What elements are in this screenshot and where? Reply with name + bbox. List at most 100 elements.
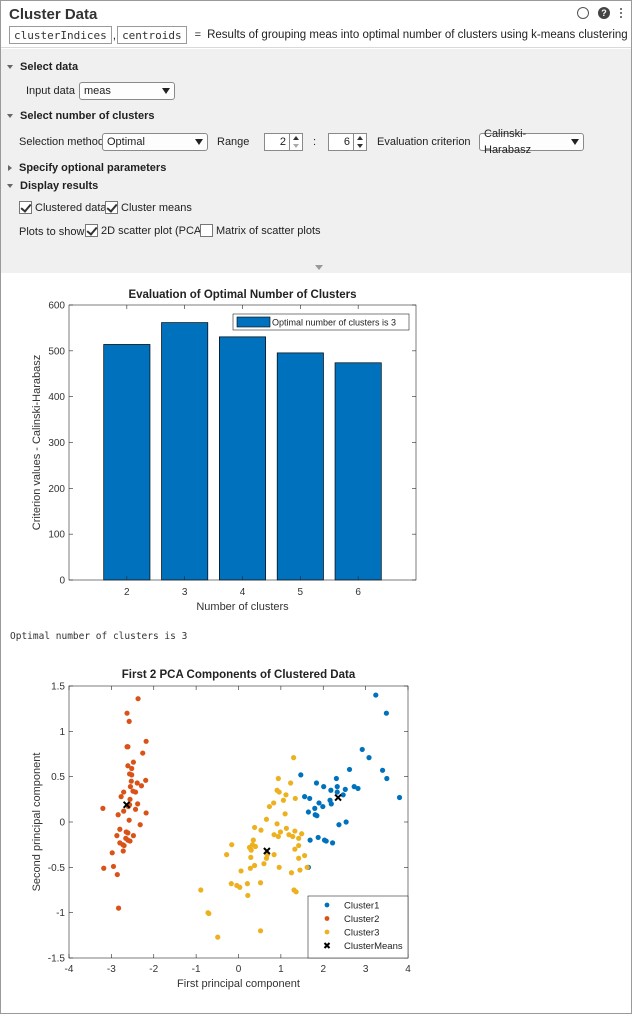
section-optional-parameters[interactable]: Specify optional parameters bbox=[7, 162, 166, 174]
cluster2-point bbox=[126, 817, 132, 823]
cluster1-point bbox=[307, 837, 313, 843]
cluster3-point bbox=[263, 816, 270, 822]
cluster1-point bbox=[323, 838, 329, 844]
cluster2-point bbox=[114, 833, 120, 839]
spinner-value[interactable]: 6 bbox=[329, 134, 353, 150]
x-axis-label: First principal component bbox=[177, 978, 300, 990]
cluster2-point bbox=[130, 759, 137, 765]
range-min-spinner[interactable]: 2 bbox=[264, 133, 303, 151]
cluster2-point bbox=[129, 765, 135, 772]
y-axis-label: Criterion values - Calinski-Harabasz bbox=[31, 355, 43, 530]
x-tick-label: 4 bbox=[240, 587, 246, 598]
cluster3-point bbox=[263, 855, 270, 861]
legend-marker bbox=[324, 929, 330, 935]
cluster1-point bbox=[343, 819, 349, 825]
cluster1-point bbox=[316, 800, 322, 806]
y-tick-label: 300 bbox=[48, 438, 65, 449]
cluster2-point bbox=[127, 796, 133, 802]
evaluation-criterion-dropdown[interactable]: Calinski-Harabasz bbox=[479, 128, 584, 156]
cluster2-point bbox=[130, 833, 137, 839]
section-display-results[interactable]: Display results bbox=[7, 180, 98, 192]
cluster3-point bbox=[228, 881, 234, 887]
range-max-spinner[interactable]: 6 bbox=[328, 133, 367, 151]
x-tick-label: 2 bbox=[320, 964, 326, 975]
cluster3-point bbox=[299, 831, 305, 837]
y-tick-label: 1.5 bbox=[51, 682, 65, 693]
scatter-pca-checkbox[interactable]: 2D scatter plot (PCA) bbox=[85, 224, 205, 237]
legend-label: ClusterMeans bbox=[344, 941, 403, 952]
plots-to-show-label: Plots to show bbox=[19, 226, 85, 238]
input-data-dropdown[interactable]: meas bbox=[79, 82, 175, 100]
y-tick-label: 500 bbox=[48, 346, 65, 357]
cluster3-point bbox=[302, 852, 308, 859]
section-label: Select data bbox=[20, 61, 79, 73]
cluster2-point bbox=[129, 772, 135, 778]
section-label: Specify optional parameters bbox=[19, 162, 167, 174]
cluster3-point bbox=[282, 811, 288, 817]
cluster3-point bbox=[296, 855, 302, 861]
checkbox-checked[interactable] bbox=[105, 201, 118, 214]
scatter-chart: First 2 PCA Components of Clustered Data… bbox=[31, 669, 411, 990]
selection-method-dropdown[interactable]: Optimal bbox=[102, 133, 208, 151]
spinner-up-button[interactable] bbox=[290, 134, 302, 142]
section-select-clusters[interactable]: Select number of clusters bbox=[7, 110, 155, 122]
task-header: Cluster Data ? clusterIndices , centroid… bbox=[1, 1, 631, 48]
checkbox-checked[interactable] bbox=[19, 201, 32, 214]
cluster2-point bbox=[121, 789, 127, 795]
input-data-label: Input data bbox=[26, 85, 75, 97]
legend-marker bbox=[324, 902, 330, 908]
checkbox-checked[interactable] bbox=[85, 224, 98, 237]
y-tick-label: 1 bbox=[59, 727, 65, 738]
spinner-value[interactable]: 2 bbox=[265, 134, 289, 150]
cluster3-point bbox=[283, 825, 289, 831]
cluster3-point bbox=[292, 828, 298, 834]
cluster3-point bbox=[248, 854, 254, 860]
bar-6 bbox=[334, 362, 382, 581]
evaluation-criterion-label: Evaluation criterion bbox=[377, 136, 471, 148]
autorun-circle-icon[interactable] bbox=[577, 7, 589, 19]
y-tick-label: 0 bbox=[59, 576, 65, 587]
y-axis-label: Second principal component bbox=[31, 753, 43, 892]
help-icon[interactable]: ? bbox=[598, 7, 610, 19]
cluster3-point bbox=[290, 833, 296, 840]
cluster2-point bbox=[117, 826, 123, 832]
x-tick-label: 2 bbox=[124, 587, 130, 598]
cluster1-point bbox=[336, 822, 342, 828]
spinner-up-button[interactable] bbox=[354, 134, 366, 142]
checkbox-label: Clustered data bbox=[35, 201, 107, 214]
cluster2-point bbox=[121, 842, 127, 849]
expand-arrow-icon bbox=[7, 65, 13, 69]
legend-label: Cluster2 bbox=[344, 914, 379, 925]
section-select-data[interactable]: Select data bbox=[7, 61, 78, 73]
cluster3-point bbox=[275, 775, 281, 782]
cluster3-point bbox=[257, 928, 264, 934]
cluster2-point bbox=[137, 822, 143, 828]
cluster-means-checkbox[interactable]: Cluster means bbox=[105, 201, 192, 214]
matrix-scatter-checkbox[interactable]: Matrix of scatter plots bbox=[200, 224, 321, 237]
more-options-icon[interactable] bbox=[619, 8, 623, 18]
cluster3-point bbox=[247, 865, 253, 871]
section-label: Display results bbox=[20, 180, 99, 192]
cluster3-point bbox=[257, 880, 264, 886]
checkbox-label: Matrix of scatter plots bbox=[216, 224, 321, 237]
clustered-data-checkbox[interactable]: Clustered data bbox=[19, 201, 107, 214]
output-var-centroids[interactable]: centroids bbox=[117, 26, 187, 44]
dropdown-value: Optimal bbox=[107, 136, 145, 148]
cluster3-point bbox=[275, 833, 281, 840]
selection-method-label: Selection method bbox=[19, 136, 104, 148]
y-tick-label: -1 bbox=[56, 908, 65, 919]
checkbox-unchecked[interactable] bbox=[200, 224, 213, 237]
collapse-controls-icon[interactable] bbox=[315, 265, 323, 270]
x-tick-label: -4 bbox=[65, 964, 74, 975]
y-tick-label: 400 bbox=[48, 392, 65, 403]
cluster3-point bbox=[245, 892, 251, 899]
spinner-down-button[interactable] bbox=[290, 142, 302, 150]
cluster1-point bbox=[334, 789, 340, 795]
y-tick-label: 0 bbox=[59, 818, 65, 829]
cluster3-point bbox=[297, 867, 303, 873]
output-var-clusterIndices[interactable]: clusterIndices bbox=[9, 26, 112, 44]
cluster2-point bbox=[143, 810, 149, 816]
spinner-down-button[interactable] bbox=[354, 142, 366, 150]
cluster1-point bbox=[333, 775, 339, 782]
output-text: Optimal number of clusters is 3 bbox=[10, 631, 188, 642]
